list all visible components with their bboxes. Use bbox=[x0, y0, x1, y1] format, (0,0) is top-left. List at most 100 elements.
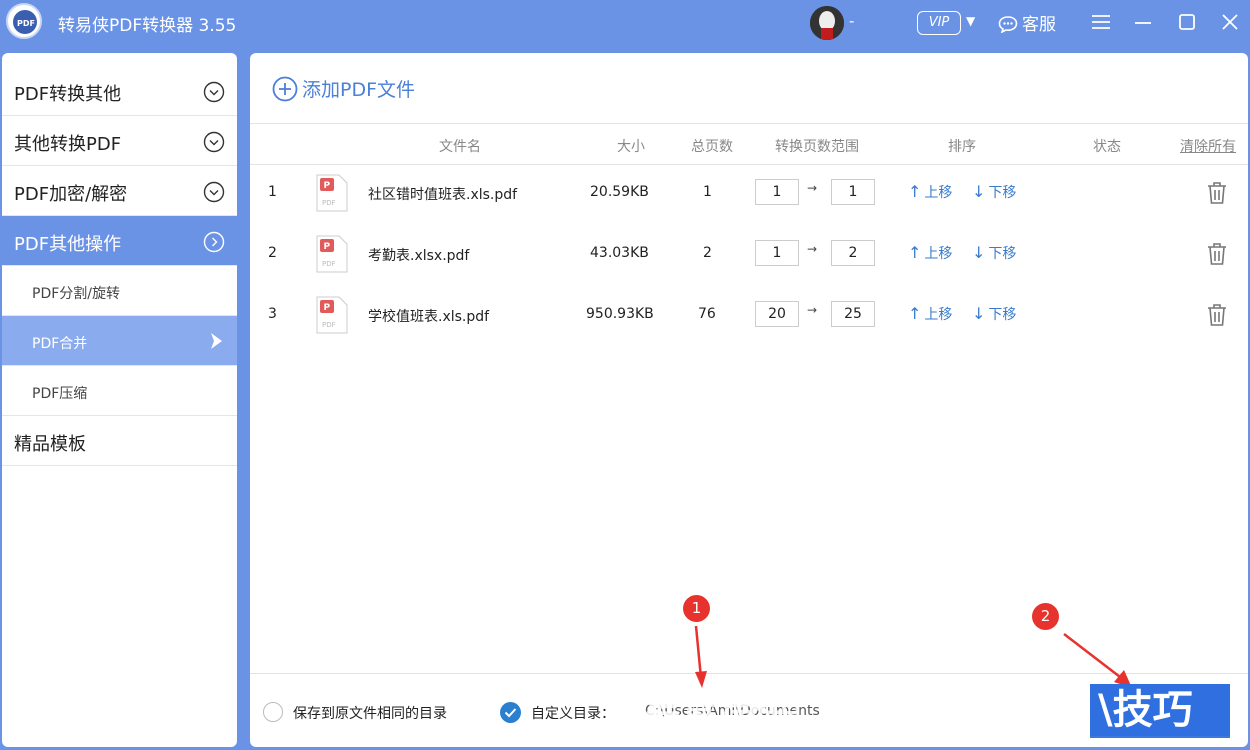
sidebar-group-label: 精品模板 bbox=[14, 434, 86, 455]
sidebar-item-label: PDF压缩 bbox=[32, 386, 88, 402]
custom-dir-label: 自定义目录： bbox=[531, 706, 615, 722]
user-name: - bbox=[849, 12, 855, 30]
save-same-dir-radio[interactable] bbox=[263, 702, 283, 722]
table-row: 3 P PDF 学校值班表.xls.pdf 950.93KB 76 20 → 25… bbox=[250, 286, 1248, 346]
pdf-file-icon: P PDF bbox=[316, 296, 348, 334]
file-name: 学校值班表.xls.pdf bbox=[368, 309, 490, 325]
custom-dir-checkbox[interactable] bbox=[500, 702, 521, 723]
move-down-label: 下移 bbox=[988, 307, 1017, 323]
range-arrow: → bbox=[807, 181, 818, 195]
minimize-icon[interactable] bbox=[1131, 10, 1155, 34]
move-down-button[interactable]: ↓ 下移 bbox=[972, 243, 1016, 263]
customer-service-button[interactable]: 客服 bbox=[998, 10, 1056, 35]
save-same-dir-label: 保存到原文件相同的目录 bbox=[293, 706, 447, 722]
add-pdf-button[interactable]: 添加PDF文件 bbox=[272, 75, 415, 102]
range-from-input[interactable]: 1 bbox=[755, 240, 799, 266]
sidebar-group-label: 其他转换PDF bbox=[14, 134, 122, 155]
arrow-down-icon: ↓ bbox=[972, 243, 986, 262]
file-size: 43.03KB bbox=[590, 245, 649, 261]
pdf-icon-text: PDF bbox=[322, 321, 336, 329]
header-size: 大小 bbox=[617, 139, 645, 155]
sidebar-item-merge[interactable]: PDF合并 bbox=[2, 316, 237, 366]
header-order: 排序 bbox=[948, 139, 976, 155]
header-filename: 文件名 bbox=[439, 139, 481, 155]
watermark-tech-badge: \技巧 bbox=[1090, 684, 1230, 736]
sidebar-group-label: PDF加密/解密 bbox=[14, 184, 128, 205]
svg-text:PDF: PDF bbox=[17, 19, 35, 28]
sidebar-item-label: PDF合并 bbox=[32, 336, 88, 352]
svg-text:P: P bbox=[324, 242, 331, 252]
move-up-label: 上移 bbox=[924, 307, 953, 323]
header-range: 转换页数范围 bbox=[775, 139, 859, 155]
menu-icon[interactable] bbox=[1089, 10, 1113, 34]
sidebar-group-encrypt-decrypt[interactable]: PDF加密/解密 bbox=[2, 166, 237, 216]
chevron-down-circle-icon bbox=[203, 81, 225, 103]
file-table-header: 文件名 大小 总页数 转换页数范围 排序 状态 清除所有 bbox=[250, 123, 1248, 165]
move-up-label: 上移 bbox=[924, 246, 953, 262]
page-count: 76 bbox=[698, 306, 716, 322]
clear-all-link[interactable]: 清除所有 bbox=[1180, 136, 1236, 156]
range-arrow: → bbox=[807, 303, 818, 317]
move-down-button[interactable]: ↓ 下移 bbox=[972, 182, 1016, 202]
sidebar-group-label: PDF转换其他 bbox=[14, 84, 122, 105]
app-logo-icon: PDF bbox=[6, 3, 42, 39]
svg-text:P: P bbox=[324, 181, 331, 191]
step-marker-1: 1 bbox=[683, 595, 710, 622]
move-down-label: 下移 bbox=[988, 185, 1017, 201]
range-to-input[interactable]: 25 bbox=[831, 301, 875, 327]
app-title: 转易侠PDF转换器 3.55 bbox=[58, 16, 237, 36]
arrow-up-icon: ↑ bbox=[908, 304, 922, 323]
trash-icon[interactable] bbox=[1206, 242, 1228, 266]
header-status: 状态 bbox=[1093, 139, 1121, 155]
add-pdf-label: 添加PDF文件 bbox=[302, 79, 416, 101]
page-count: 1 bbox=[703, 184, 712, 200]
step-marker-2: 2 bbox=[1032, 603, 1059, 630]
move-up-button[interactable]: ↑ 上移 bbox=[908, 182, 952, 202]
trash-icon[interactable] bbox=[1206, 181, 1228, 205]
pdf-file-icon: P PDF bbox=[316, 174, 348, 212]
vip-button[interactable]: VIP bbox=[917, 11, 961, 35]
range-arrow: → bbox=[807, 242, 818, 256]
chevron-down-icon[interactable]: ▼ bbox=[966, 14, 975, 28]
file-size: 20.59KB bbox=[590, 184, 649, 200]
watermark-text: 专享/教程 bbox=[645, 699, 803, 740]
trash-icon[interactable] bbox=[1206, 303, 1228, 327]
maximize-icon[interactable] bbox=[1175, 10, 1199, 34]
file-name: 社区错时值班表.xls.pdf bbox=[368, 187, 518, 203]
user-avatar[interactable] bbox=[810, 6, 844, 40]
chevron-down-circle-icon bbox=[203, 181, 225, 203]
arrow-up-icon: ↑ bbox=[908, 243, 922, 262]
arrow-up-icon: ↑ bbox=[908, 182, 922, 201]
range-to-input[interactable]: 1 bbox=[831, 179, 875, 205]
row-index: 2 bbox=[268, 245, 277, 261]
pdf-file-icon: P PDF bbox=[316, 235, 348, 273]
sidebar-group-templates[interactable]: 精品模板 bbox=[2, 416, 237, 466]
title-bar: PDF 转易侠PDF转换器 3.55 - VIP ▼ 客服 bbox=[0, 0, 1250, 46]
move-up-button[interactable]: ↑ 上移 bbox=[908, 243, 952, 263]
service-label: 客服 bbox=[1022, 15, 1056, 35]
chevron-down-circle-icon bbox=[203, 131, 225, 153]
move-down-button[interactable]: ↓ 下移 bbox=[972, 304, 1016, 324]
move-up-button[interactable]: ↑ 上移 bbox=[908, 304, 952, 324]
table-row: 2 P PDF 考勤表.xlsx.pdf 43.03KB 2 1 → 2 ↑ 上移 … bbox=[250, 225, 1248, 285]
sidebar-item-split-rotate[interactable]: PDF分割/旋转 bbox=[2, 266, 237, 316]
chat-bubble-icon bbox=[998, 16, 1018, 34]
page-count: 2 bbox=[703, 245, 712, 261]
arrow-down-icon: ↓ bbox=[972, 182, 986, 201]
arrow-down-icon: ↓ bbox=[972, 304, 986, 323]
file-size: 950.93KB bbox=[586, 306, 654, 322]
annotation-arrow-1 bbox=[694, 626, 707, 688]
range-from-input[interactable]: 20 bbox=[755, 301, 799, 327]
sidebar-group-pdf-to-other[interactable]: PDF转换其他 bbox=[2, 66, 237, 116]
range-from-input[interactable]: 1 bbox=[755, 179, 799, 205]
sidebar-group-label: PDF其他操作 bbox=[14, 234, 122, 255]
chevron-right-circle-icon bbox=[203, 231, 225, 253]
pdf-icon-text: PDF bbox=[322, 199, 336, 207]
sidebar-item-compress[interactable]: PDF压缩 bbox=[2, 366, 237, 416]
close-icon[interactable] bbox=[1218, 10, 1242, 34]
sidebar-group-other-operations[interactable]: PDF其他操作 bbox=[2, 216, 237, 266]
sidebar-group-other-to-pdf[interactable]: 其他转换PDF bbox=[2, 116, 237, 166]
move-up-label: 上移 bbox=[924, 185, 953, 201]
range-to-input[interactable]: 2 bbox=[831, 240, 875, 266]
sidebar-item-label: PDF分割/旋转 bbox=[32, 286, 120, 302]
